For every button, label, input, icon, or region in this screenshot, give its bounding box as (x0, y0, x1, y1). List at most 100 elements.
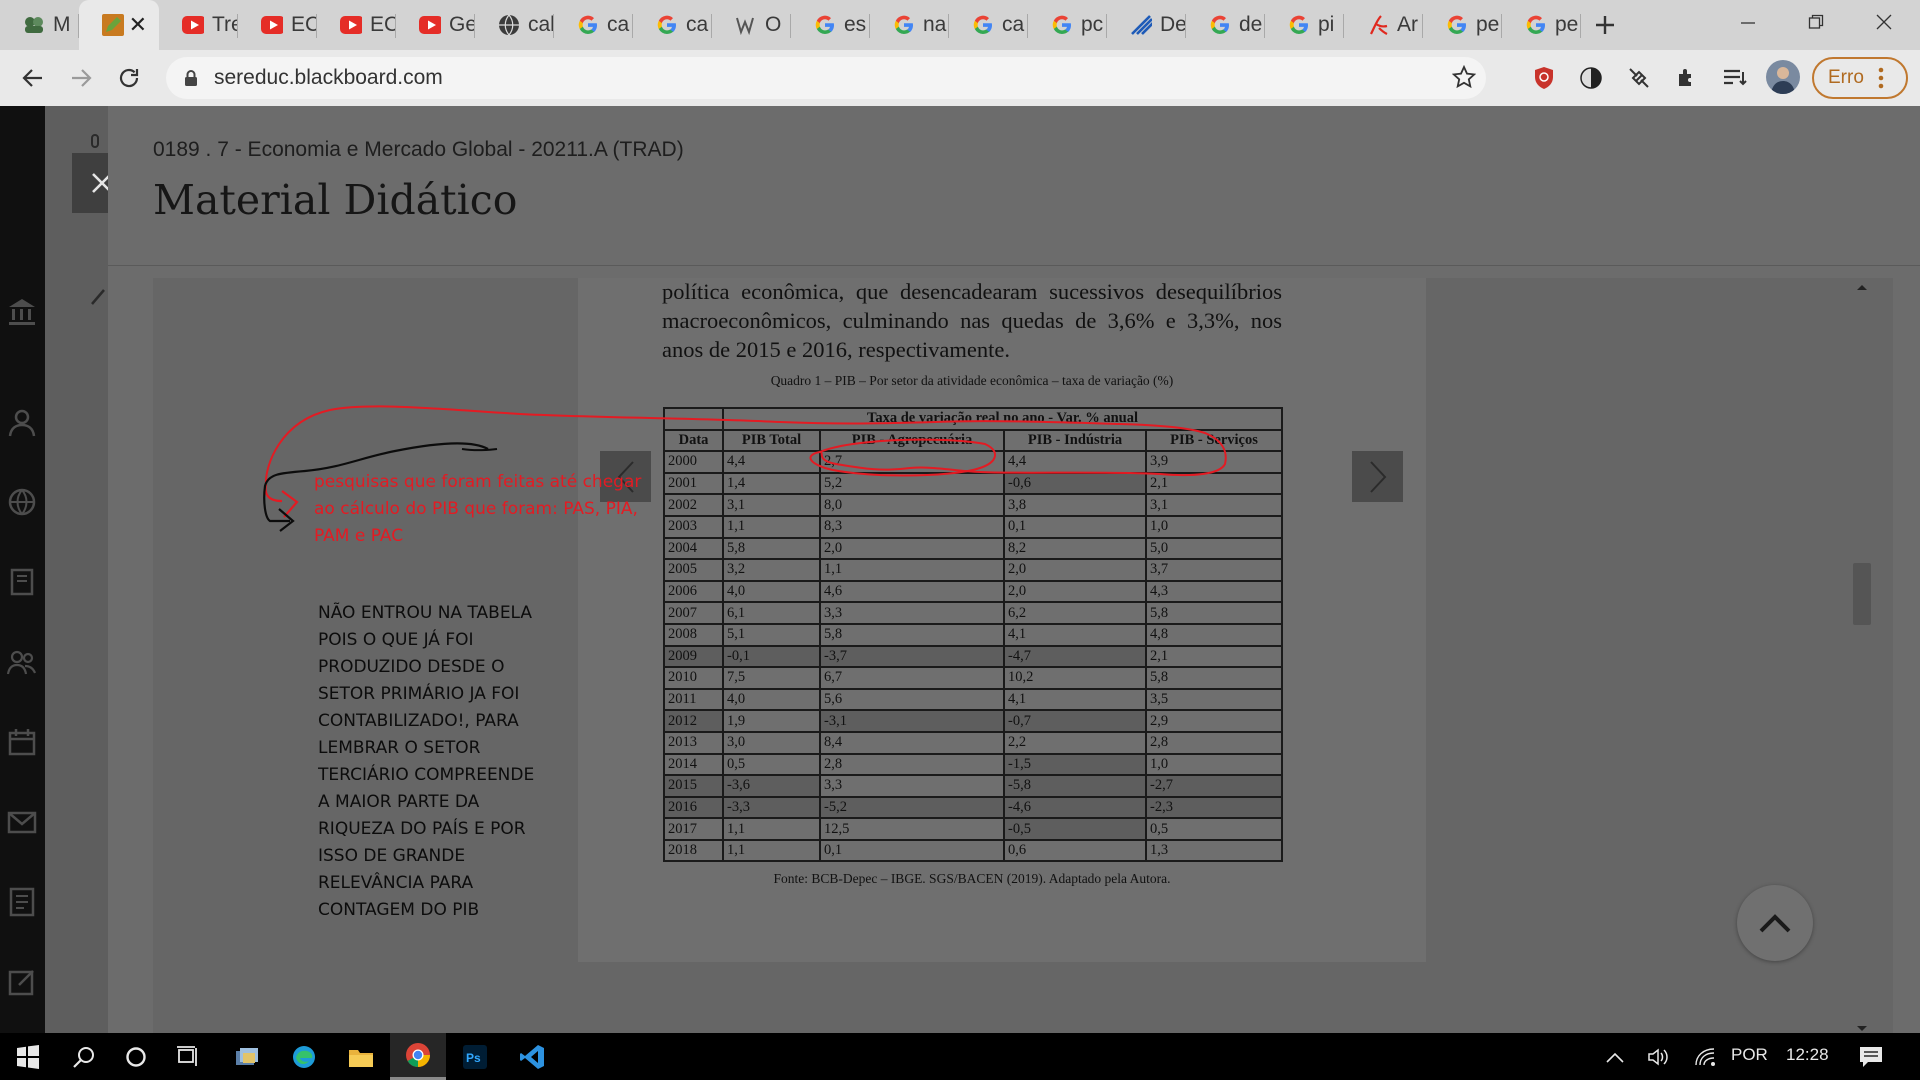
bookmark-star-icon[interactable] (1451, 64, 1477, 95)
google-icon (1051, 14, 1073, 36)
google-icon (656, 14, 678, 36)
tab-title: pe (1476, 13, 1500, 36)
shield-extension-icon[interactable] (1529, 63, 1559, 93)
reload-button[interactable] (106, 55, 152, 101)
tab-title: ca (686, 13, 709, 36)
file-manager-app-icon[interactable] (219, 1033, 275, 1080)
tab-title: pe (1555, 13, 1579, 36)
satellite-extension-icon[interactable] (1624, 63, 1654, 93)
browser-tab[interactable]: EC (317, 0, 396, 50)
address-bar[interactable]: sereduc.blackboard.com (166, 57, 1486, 99)
tab-strip: M ✕ Tre EC EC Ge cal ca ca Oes na ca pc De de pi Ar pe pe (0, 0, 1920, 50)
folder-icon[interactable] (333, 1033, 389, 1080)
browser-tab[interactable]: Ge (396, 0, 475, 50)
scroll-to-top-button[interactable] (1737, 885, 1813, 961)
tab-list: M ✕ Tre EC EC Ge cal ca ca Oes na ca pc De de pi Ar pe pe (0, 0, 1581, 50)
browser-tab[interactable]: pe (1502, 0, 1581, 50)
restore-icon (1808, 14, 1824, 29)
browser-tab[interactable]: pc (1028, 0, 1107, 50)
tab-title: De (1160, 13, 1186, 36)
vscode-icon[interactable] (504, 1033, 560, 1080)
dark-mode-extension-icon[interactable] (1576, 63, 1606, 93)
browser-tab[interactable]: na (870, 0, 949, 50)
browser-tab[interactable]: ✕ (79, 0, 159, 50)
photoshop-icon[interactable]: Ps (447, 1033, 503, 1080)
browser-tab[interactable]: De (1107, 0, 1186, 50)
language-indicator[interactable]: POR (1731, 1045, 1768, 1065)
forward-button[interactable] (58, 55, 104, 101)
red-circle-agro (809, 438, 996, 477)
document-scrollbar[interactable] (1851, 283, 1873, 1033)
browser-tab[interactable]: ca (633, 0, 712, 50)
close-window-button[interactable] (1850, 0, 1918, 44)
chrome-icon[interactable] (390, 1033, 446, 1080)
close-icon (1876, 14, 1892, 30)
google-icon (1209, 14, 1231, 36)
tab-title: Ge (449, 13, 475, 36)
profile-avatar[interactable] (1766, 60, 1800, 94)
tab-title: Tre (212, 13, 238, 36)
lock-icon (185, 70, 197, 86)
windows-start-icon[interactable] (0, 1033, 56, 1080)
browser-tab[interactable]: O (712, 0, 791, 50)
site-icon (735, 14, 757, 36)
scroll-up-arrow-icon[interactable] (1856, 283, 1868, 291)
tray-chevron-up-icon[interactable] (1600, 1033, 1630, 1080)
adobe-icon (1367, 14, 1389, 36)
extensions-puzzle-icon[interactable] (1672, 63, 1702, 93)
edge-icon[interactable] (276, 1033, 332, 1080)
browser-tab[interactable]: de (1186, 0, 1265, 50)
minimize-button[interactable] (1714, 0, 1782, 44)
pen-annotations (263, 405, 1227, 532)
browser-toolbar: sereduc.blackboard.com Erro (0, 50, 1920, 106)
svg-text:Ps: Ps (466, 1051, 481, 1065)
browser-tab[interactable]: es (791, 0, 870, 50)
browser-tab[interactable]: Ar (1344, 0, 1423, 50)
tab-title: cal (528, 13, 554, 36)
browser-tab[interactable]: pi (1265, 0, 1344, 50)
browser-tab[interactable]: ca (949, 0, 1028, 50)
browser-tab[interactable]: Tre (159, 0, 238, 50)
youtube-icon (261, 14, 283, 36)
wifi-icon[interactable] (1690, 1033, 1720, 1080)
tab-title: ca (1002, 13, 1025, 36)
google-icon (814, 14, 836, 36)
back-button[interactable] (10, 55, 56, 101)
profile-error-button[interactable]: Erro (1812, 57, 1908, 99)
screen: M ✕ Tre EC EC Ge cal ca ca Oes na ca pc De de pi Ar pe pe … (0, 0, 1920, 1080)
cortana-icon[interactable] (108, 1033, 164, 1080)
scrollbar-thumb[interactable] (1853, 563, 1871, 625)
notifications-icon[interactable] (1843, 1033, 1899, 1080)
avatar-icon (1771, 67, 1795, 94)
volume-icon[interactable] (1644, 1033, 1674, 1080)
tab-title: pi (1318, 13, 1335, 36)
browser-tab[interactable]: M (0, 0, 79, 50)
tab-title: es (844, 13, 867, 36)
tab-title: na (923, 13, 947, 36)
minimize-icon (1741, 22, 1755, 24)
google-icon (893, 14, 915, 36)
globe-icon (498, 14, 520, 36)
tab-close-icon[interactable]: ✕ (129, 12, 147, 38)
tab-title: M (53, 13, 71, 36)
youtube-icon (419, 14, 441, 36)
scroll-down-arrow-icon[interactable] (1856, 1025, 1868, 1033)
more-vert-icon (1878, 67, 1884, 89)
browser-tab[interactable]: EC (238, 0, 317, 50)
browser-tab[interactable]: pe (1423, 0, 1502, 50)
black-handwritten-note: NÃO ENTROU NA TABELA POIS O QUE JÁ FOI P… (318, 603, 535, 920)
new-tab-button[interactable] (1581, 0, 1629, 50)
url-text: sereduc.blackboard.com (214, 66, 443, 89)
reading-list-icon[interactable] (1720, 63, 1750, 93)
stripes-icon (1130, 14, 1152, 36)
erro-label: Erro (1828, 67, 1864, 88)
search-icon[interactable] (56, 1033, 112, 1080)
page-content: 0189 . 7 - Economia e Mercado Global - 2… (0, 106, 1920, 1033)
clock-time[interactable]: 12:28 (1786, 1045, 1829, 1065)
browser-tab[interactable]: cal (475, 0, 554, 50)
google-icon (1446, 14, 1468, 36)
browser-tab[interactable]: ca (554, 0, 633, 50)
red-handwritten-note: pesquisas que foram feitas até chegar ao… (314, 472, 642, 546)
restore-button[interactable] (1782, 0, 1850, 44)
task-view-icon[interactable] (160, 1033, 216, 1080)
